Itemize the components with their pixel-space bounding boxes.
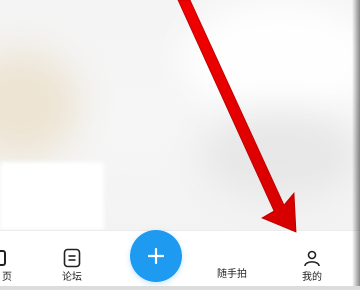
blurred-image-blob	[0, 50, 80, 160]
tab-home[interactable]: 页	[0, 248, 12, 284]
screen-bottom-edge	[0, 286, 360, 290]
tab-mine-label: 我的	[302, 272, 322, 283]
tab-forum-label: 论坛	[62, 272, 82, 283]
blurred-card	[0, 162, 104, 230]
tab-home-label: 页	[2, 272, 12, 283]
tab-mine[interactable]: 我的	[302, 248, 322, 284]
plus-icon	[148, 248, 164, 264]
blurred-shadow-blob	[200, 110, 360, 200]
blurred-content-area	[0, 0, 360, 230]
app-screen: 页 论坛 随手拍 我的	[0, 0, 360, 290]
forum-icon	[63, 248, 81, 268]
home-icon	[0, 250, 6, 266]
tab-snap-label: 随手拍	[217, 269, 247, 280]
user-icon	[304, 250, 320, 267]
blurred-highlight-blob	[180, 0, 360, 120]
tab-forum[interactable]: 论坛	[62, 248, 82, 284]
tab-bar-divider	[0, 230, 360, 231]
add-post-button[interactable]	[130, 230, 182, 282]
screen-edge-shadow	[352, 0, 360, 290]
tab-snap[interactable]: 随手拍	[217, 265, 247, 281]
